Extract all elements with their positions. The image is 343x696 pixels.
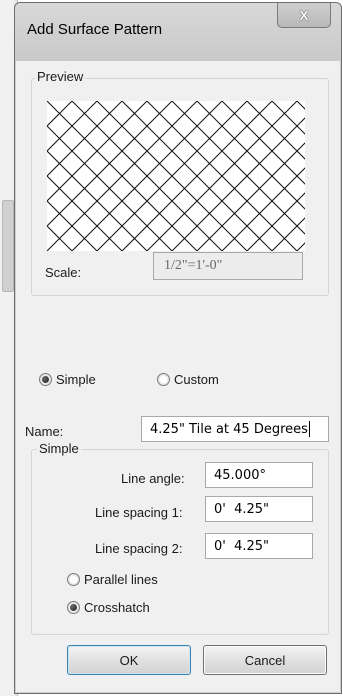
name-input[interactable]: 4.25" Tile at 45 Degrees: [141, 416, 329, 442]
dialog-body: Preview Scale: 1/2"=1'-0" Simple Custom …: [0, 61, 343, 685]
ok-button[interactable]: OK: [67, 645, 191, 675]
hatch-line: [196, 104, 343, 252]
text-caret: [308, 421, 310, 437]
title-bar[interactable]: Add Surface Pattern X: [15, 3, 341, 61]
line-spacing-1-value: 0' 4.25": [214, 501, 270, 517]
hatch-line: [0, 128, 123, 252]
line-angle-input[interactable]: 45.000°: [205, 462, 313, 488]
line-angle-value: 45.000°: [214, 467, 266, 483]
hatch-line: [296, 204, 343, 252]
hatch-line: [296, 100, 343, 148]
background-scrollbar[interactable]: [0, 0, 14, 696]
close-icon: X: [299, 7, 309, 23]
simple-option[interactable]: Simple: [39, 372, 96, 387]
line-angle-label: Line angle:: [121, 471, 185, 486]
hatch-line: [21, 100, 173, 252]
line-spacing-1-input[interactable]: 0' 4.25": [205, 496, 313, 522]
hatch-line: [221, 100, 343, 223]
line-spacing-1-label: Line spacing 1:: [95, 505, 183, 520]
pattern-preview: [0, 100, 343, 252]
add-surface-pattern-dialog: Add Surface Pattern X Preview Scale: 1/2…: [0, 2, 343, 694]
custom-radio[interactable]: [157, 373, 170, 386]
scale-label: Scale:: [45, 265, 82, 280]
cancel-button[interactable]: Cancel: [203, 645, 327, 675]
crosshatch-pattern: [0, 100, 343, 252]
dialog-title: Add Surface Pattern: [27, 21, 163, 38]
simple-option-label: Simple: [56, 372, 96, 387]
custom-option-label: Custom: [174, 372, 219, 387]
close-button[interactable]: X: [277, 3, 331, 28]
name-input-value: 4.25" Tile at 45 Degrees: [150, 421, 308, 437]
preview-group-label: Preview: [35, 69, 86, 84]
line-spacing-2-label: Line spacing 2:: [95, 541, 183, 556]
simple-group-label: Simple: [37, 441, 81, 456]
line-spacing-2-value: 0' 4.25": [214, 538, 270, 554]
hatch-line: [0, 100, 123, 224]
crosshatch-radio[interactable]: [67, 601, 80, 614]
hatch-line: [171, 100, 323, 252]
hatch-line: [196, 100, 343, 248]
background-scrollbar-thumb[interactable]: [2, 200, 14, 292]
parallel-lines-label: Parallel lines: [84, 572, 158, 587]
crosshatch-label: Crosshatch: [84, 600, 150, 615]
custom-option[interactable]: Custom: [157, 372, 219, 387]
parallel-lines-option[interactable]: Parallel lines: [67, 572, 158, 587]
crosshatch-option[interactable]: Crosshatch: [67, 600, 150, 615]
hatch-line: [0, 178, 73, 252]
line-spacing-2-input[interactable]: 0' 4.25": [205, 533, 313, 559]
parallel-lines-radio[interactable]: [67, 573, 80, 586]
hatch-line: [171, 100, 323, 252]
hatch-line: [0, 100, 73, 174]
name-label: Name:: [25, 424, 64, 439]
scale-field: 1/2"=1'-0": [153, 252, 303, 280]
simple-radio[interactable]: [39, 373, 52, 386]
hatch-line: [21, 100, 173, 252]
hatch-line: [221, 129, 343, 252]
